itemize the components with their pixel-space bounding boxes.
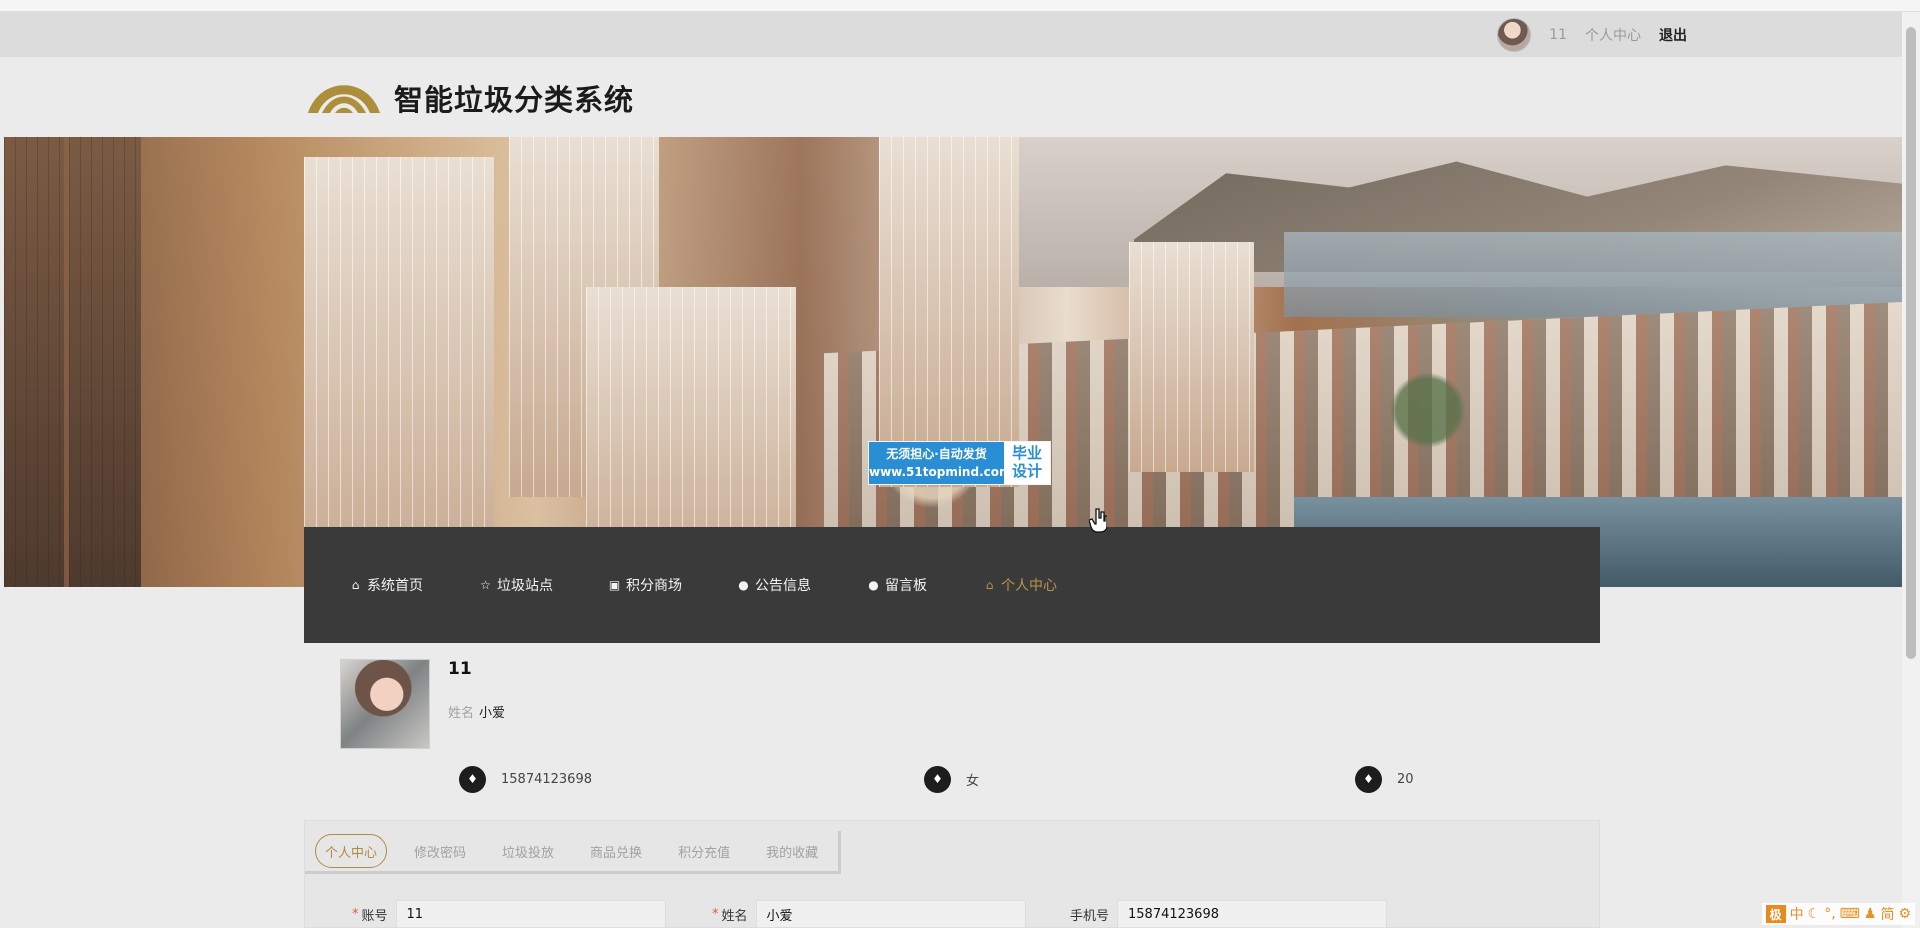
nav-label: 垃圾站点 — [497, 578, 553, 594]
required-marker: * — [712, 906, 719, 922]
nav-item-message-board[interactable]: ● 留言板 — [867, 574, 927, 596]
site-logo — [308, 85, 380, 113]
page-scrollbar[interactable] — [1902, 12, 1920, 928]
ime-logo[interactable]: 极 — [1765, 905, 1786, 923]
profile-gender: 女 — [966, 773, 980, 789]
site-title: 智能垃圾分类系统 — [394, 83, 635, 117]
name-input[interactable]: 小爱 — [755, 900, 1026, 928]
nav-label: 个人中心 — [1001, 578, 1057, 594]
profile-phone-item: ♦ 15874123698 — [459, 765, 592, 793]
star-icon: ☆ — [480, 578, 491, 592]
gear-icon[interactable]: ⚙ — [1898, 906, 1911, 922]
profile-points: 20 — [1397, 771, 1414, 787]
name-label: 姓名 — [721, 908, 748, 924]
home-icon: ⌂ — [351, 578, 360, 592]
watermark-line2: www.51topmind.com — [869, 465, 1012, 479]
user-icon[interactable]: ♟ — [1864, 906, 1877, 922]
nav-item-points-mall[interactable]: ▣ 积分商场 — [608, 574, 682, 596]
nav-item-personal-center[interactable]: ⌂ 个人中心 — [983, 574, 1057, 596]
required-marker: * — [352, 906, 359, 922]
tab-garbage-drop[interactable]: 垃圾投放 — [493, 834, 563, 868]
city-banner-image — [4, 137, 1902, 587]
input-method-toolbar: 极 中 ☾ °, ⌨ ♟ 简 ⚙ — [1761, 903, 1915, 925]
home-icon: ⌂ — [985, 578, 994, 592]
watermark-right: 毕业 设计 — [1004, 442, 1050, 484]
personal-center-panel: 个人中心 修改密码 垃圾投放 商品兑换 积分充值 我的收藏 * 账号 11 * … — [304, 820, 1600, 928]
nav-item-home[interactable]: ⌂ 系统首页 — [349, 574, 423, 596]
mouse-pointer-icon — [1089, 508, 1107, 533]
shield-icon: ♦ — [459, 765, 486, 793]
browser-top-strip — [0, 0, 1920, 12]
tab-points-recharge[interactable]: 积分充值 — [669, 834, 739, 868]
profile-summary-card: 11 姓名 小爱 ♦ 15874123698 ♦ 女 ♦ 20 — [304, 643, 1600, 803]
profile-account: 11 — [448, 659, 472, 679]
name-field: * 姓名 小爱 — [712, 899, 1026, 928]
account-input[interactable]: 11 — [395, 900, 666, 928]
shopping-bag-icon: ▣ — [608, 578, 621, 592]
ime-simplified[interactable]: 简 — [1880, 904, 1894, 924]
help-icon: ● — [868, 578, 879, 592]
tab-product-exchange[interactable]: 商品兑换 — [581, 834, 651, 868]
watermark-line1: 无须担心·自动发货 — [886, 447, 987, 461]
user-actions: 11 个人中心 退出 — [1497, 18, 1687, 52]
nav-label: 积分商场 — [626, 578, 682, 594]
tab-my-favorites[interactable]: 我的收藏 — [757, 834, 827, 868]
shield-icon: ♦ — [1355, 765, 1382, 793]
watermark-right1: 毕业 — [1011, 444, 1042, 462]
phone-label: 手机号 — [1070, 908, 1110, 924]
tab-change-password[interactable]: 修改密码 — [405, 834, 475, 868]
nav-item-garbage-station[interactable]: ☆ 垃圾站点 — [479, 574, 553, 596]
top-username[interactable]: 11 — [1549, 27, 1567, 43]
profile-gender-item: ♦ 女 — [924, 765, 979, 793]
phone-field: 手机号 15874123698 — [1070, 899, 1388, 928]
profile-phone: 15874123698 — [501, 771, 592, 787]
nav-label: 公告信息 — [755, 578, 811, 594]
moon-icon[interactable]: ☾ — [1808, 906, 1821, 922]
info-icon: ● — [738, 578, 749, 592]
nav-label: 留言板 — [885, 578, 927, 594]
watermark-left: 无须担心·自动发货 www.51topmind.com — [869, 442, 1012, 484]
nav-item-announcements[interactable]: ● 公告信息 — [737, 574, 811, 596]
keyboard-icon[interactable]: ⌨ — [1840, 906, 1860, 922]
phone-input[interactable]: 15874123698 — [1117, 900, 1388, 928]
profile-avatar — [340, 659, 430, 749]
site-header: 智能垃圾分类系统 — [0, 57, 1902, 137]
profile-tabs: 个人中心 修改密码 垃圾投放 商品兑换 积分充值 我的收藏 — [305, 831, 841, 874]
banner-building — [4, 137, 64, 587]
account-field: * 账号 11 — [352, 899, 666, 928]
nav-label: 系统首页 — [367, 578, 423, 594]
account-label: 账号 — [361, 908, 388, 924]
tab-personal-center[interactable]: 个人中心 — [315, 834, 388, 868]
top-user-bar: 11 个人中心 退出 — [0, 12, 1902, 57]
profile-points-item: ♦ 20 — [1355, 765, 1414, 793]
shield-icon: ♦ — [924, 765, 951, 793]
banner-bay-water — [1284, 232, 1902, 317]
banner-building — [1129, 242, 1254, 472]
top-personal-center-link[interactable]: 个人中心 — [1585, 25, 1641, 45]
banner-building — [69, 137, 141, 587]
ime-mode[interactable]: 中 — [1790, 904, 1804, 924]
scrollbar-thumb[interactable] — [1906, 27, 1916, 659]
banner-building — [879, 137, 1019, 487]
watermark-right2: 设计 — [1011, 462, 1042, 480]
banner-building — [304, 157, 494, 587]
punctuation-icon[interactable]: °, — [1824, 906, 1835, 922]
watermark-badge: 无须担心·自动发货 www.51topmind.com 毕业 设计 — [868, 441, 1051, 485]
profile-name-label: 姓名 — [448, 706, 475, 721]
main-navigation: ⌂ 系统首页 ☆ 垃圾站点 ▣ 积分商场 ● 公告信息 ● 留言板 ⌂ 个人中心 — [304, 527, 1600, 643]
user-avatar[interactable] — [1497, 18, 1532, 52]
logout-link[interactable]: 退出 — [1659, 25, 1687, 45]
profile-name-value: 小爱 — [479, 706, 506, 721]
